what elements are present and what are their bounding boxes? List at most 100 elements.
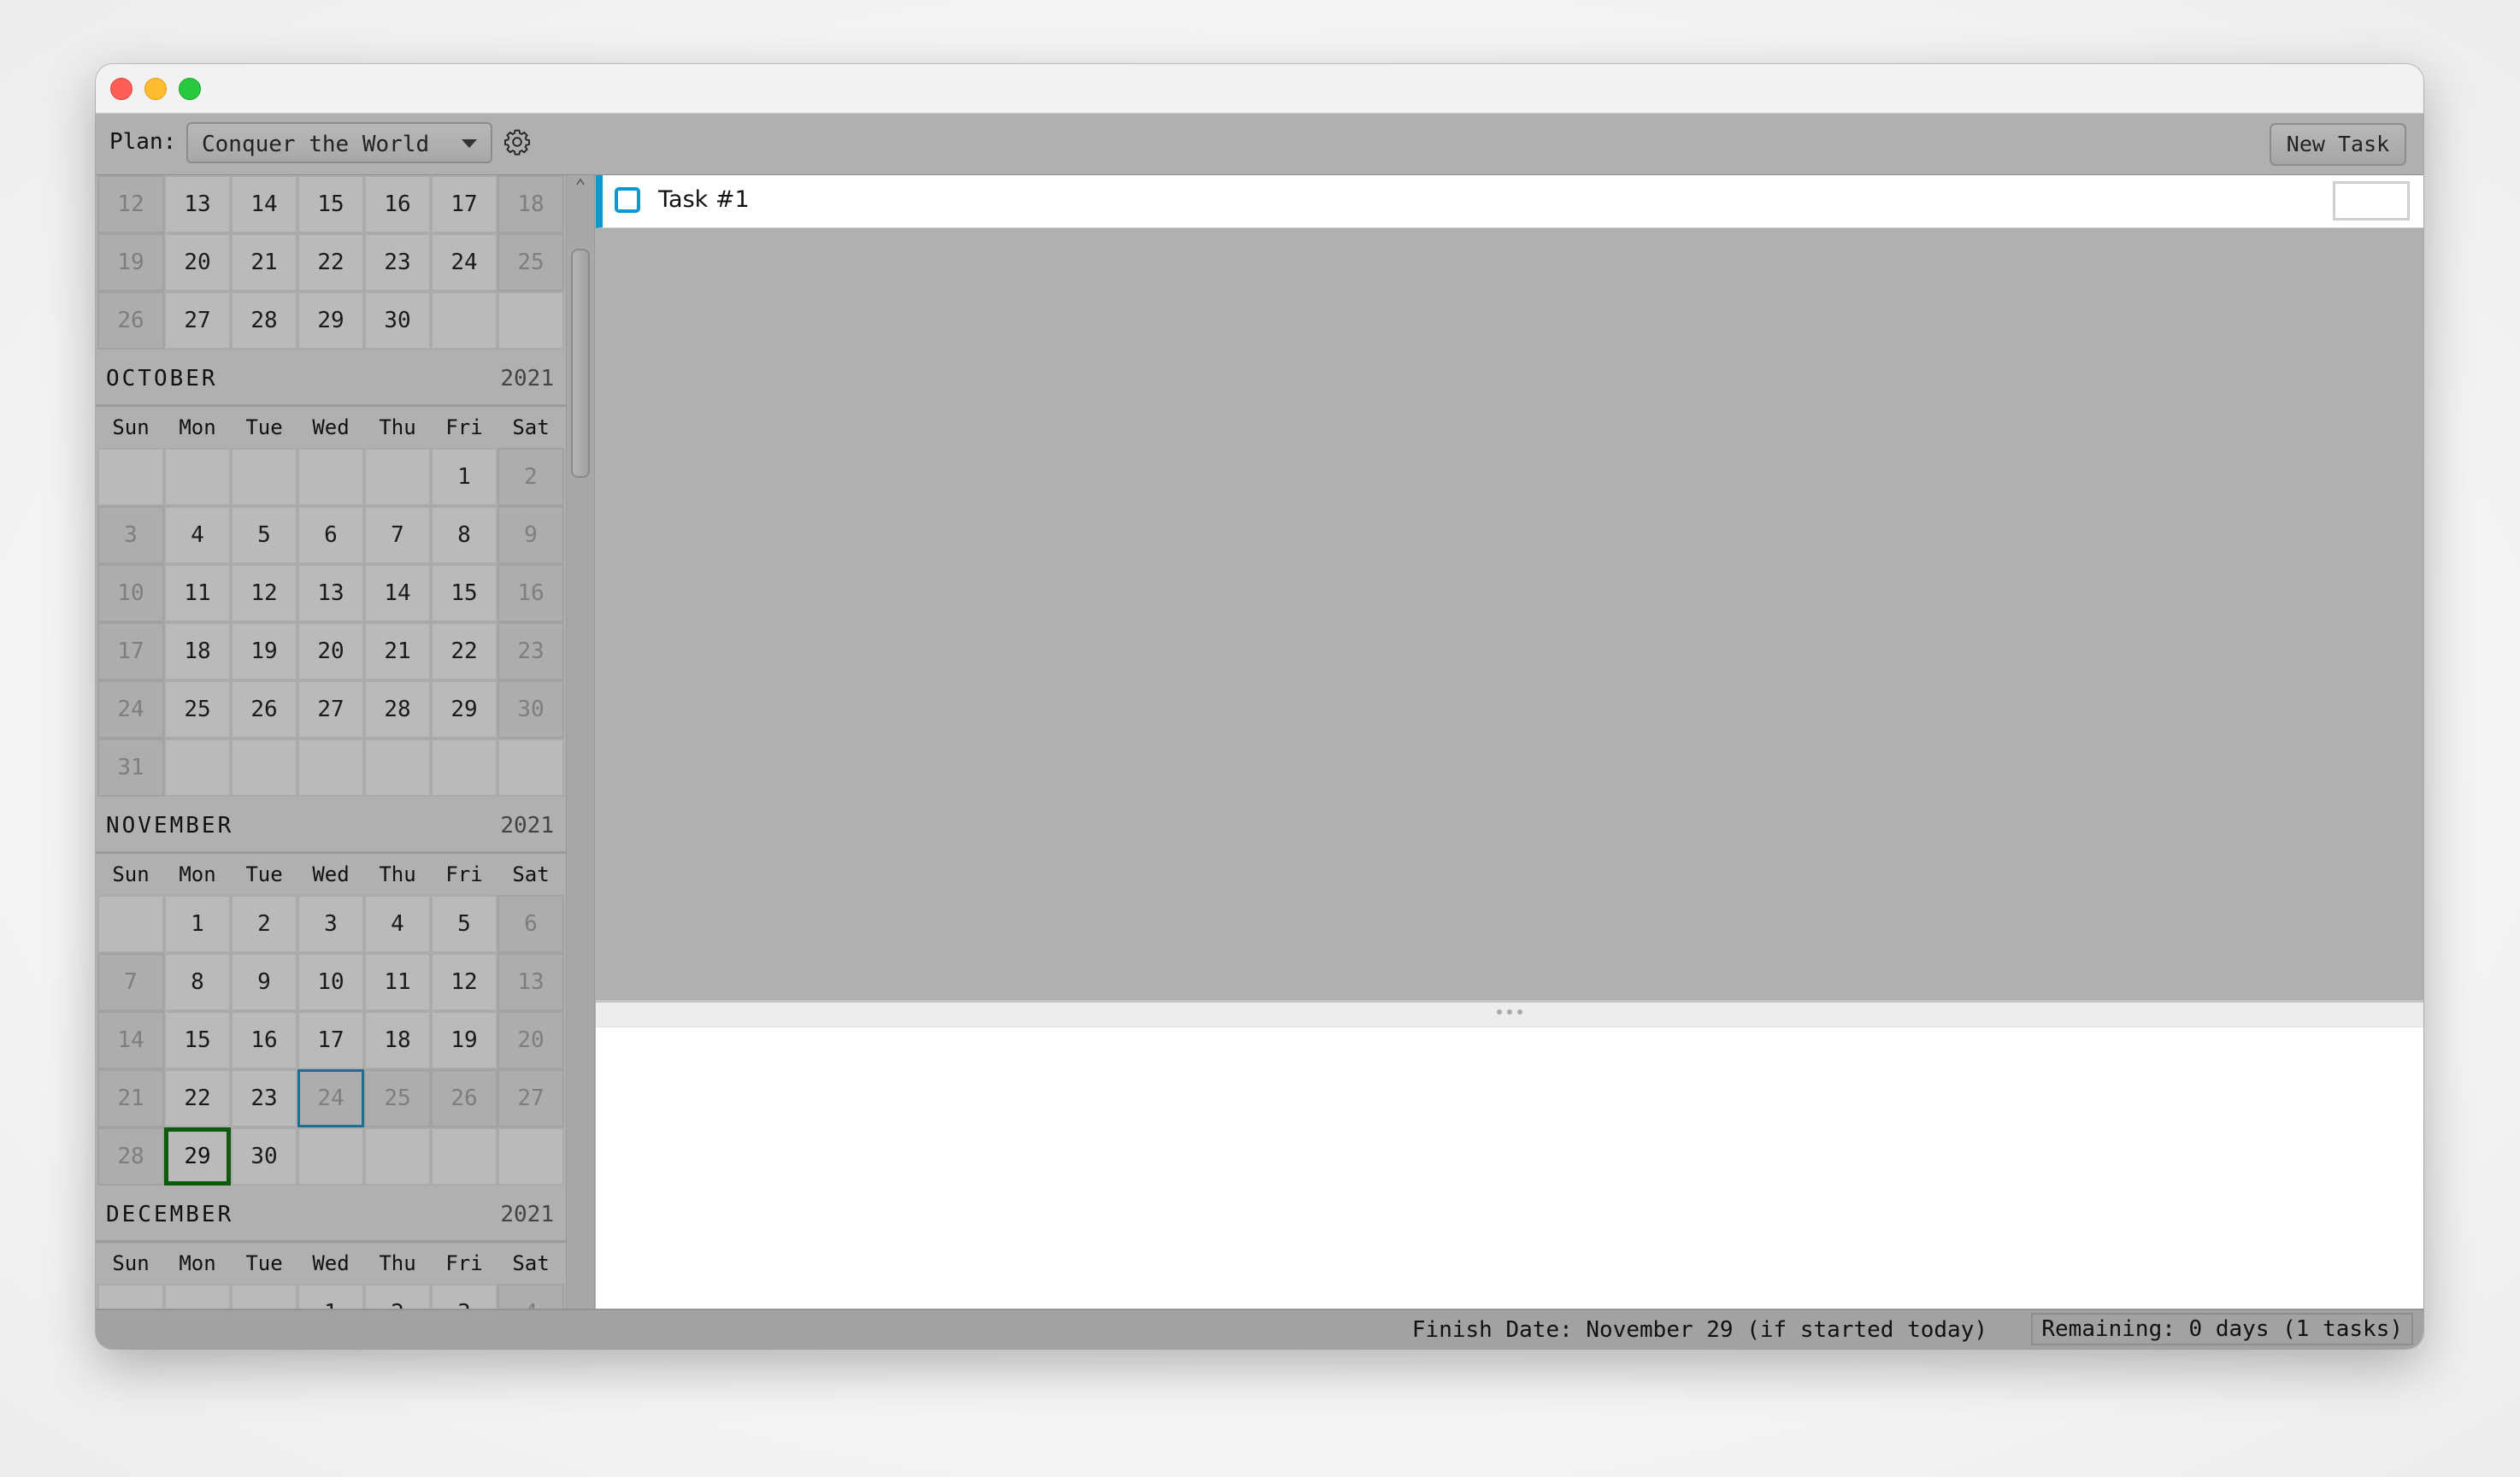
calendar-day[interactable]: 28 <box>231 291 297 350</box>
scroll-up-arrow-icon[interactable]: ⌃ <box>567 175 594 199</box>
calendar-day[interactable]: 26 <box>231 680 297 738</box>
calendar-day[interactable]: 27 <box>297 680 364 738</box>
calendar-day[interactable]: 15 <box>431 564 498 622</box>
calendar-day[interactable]: 22 <box>297 233 364 291</box>
calendar-empty-cell <box>164 448 231 506</box>
calendar-day[interactable]: 1 <box>431 448 498 506</box>
task-checkbox[interactable] <box>615 187 640 213</box>
calendar-day[interactable]: 19 <box>231 622 297 680</box>
calendar-day[interactable]: 2 <box>498 448 564 506</box>
calendar-day[interactable]: 12 <box>97 175 164 233</box>
calendar-day[interactable]: 3 <box>297 895 364 953</box>
calendar-day[interactable]: 30 <box>364 291 431 350</box>
calendar-day[interactable]: 31 <box>97 738 164 797</box>
calendar-day[interactable]: 24 <box>297 1069 364 1127</box>
calendar-day[interactable]: 23 <box>498 622 564 680</box>
calendar-day[interactable]: 18 <box>498 175 564 233</box>
calendar-day[interactable]: 22 <box>164 1069 231 1127</box>
calendar-day[interactable]: 21 <box>231 233 297 291</box>
calendar-day[interactable]: 2 <box>231 895 297 953</box>
gear-icon[interactable] <box>503 127 532 156</box>
calendar-day[interactable]: 19 <box>97 233 164 291</box>
calendar-day[interactable]: 22 <box>431 622 498 680</box>
calendar-day[interactable]: 10 <box>297 953 364 1011</box>
calendar-day[interactable]: 16 <box>364 175 431 233</box>
calendar-day[interactable]: 6 <box>297 506 364 564</box>
weekday-label: Sun <box>112 862 150 886</box>
calendar-day[interactable]: 8 <box>431 506 498 564</box>
calendar-day[interactable]: 14 <box>364 564 431 622</box>
minimize-window-button[interactable] <box>144 78 167 100</box>
calendar-day[interactable]: 4 <box>364 895 431 953</box>
calendar-day[interactable]: 29 <box>297 291 364 350</box>
calendar-day[interactable]: 5 <box>431 895 498 953</box>
calendar-day[interactable]: 1 <box>164 895 231 953</box>
calendar-day[interactable]: 3 <box>97 506 164 564</box>
task-estimate-field[interactable] <box>2333 181 2410 221</box>
calendar-day[interactable]: 25 <box>498 233 564 291</box>
calendar-day[interactable]: 18 <box>364 1011 431 1069</box>
calendar-day[interactable]: 20 <box>498 1011 564 1069</box>
calendar-day[interactable]: 9 <box>498 506 564 564</box>
task-notes-editor[interactable] <box>596 1027 2423 1349</box>
maximize-window-button[interactable] <box>179 78 201 100</box>
calendar-day[interactable]: 8 <box>164 953 231 1011</box>
calendar-day[interactable]: 26 <box>97 291 164 350</box>
calendar-day[interactable]: 25 <box>164 680 231 738</box>
calendar-day[interactable]: 13 <box>164 175 231 233</box>
calendar-day[interactable]: 24 <box>97 680 164 738</box>
calendar-day[interactable]: 16 <box>498 564 564 622</box>
calendar-day[interactable]: 21 <box>364 622 431 680</box>
calendar-day[interactable]: 17 <box>431 175 498 233</box>
scrollbar-thumb[interactable] <box>571 249 590 478</box>
calendar-day[interactable]: 30 <box>498 680 564 738</box>
calendar-scrollbar[interactable]: ⌃ ⌄ <box>566 175 595 1349</box>
calendar-day[interactable]: 23 <box>364 233 431 291</box>
calendar-day[interactable]: 6 <box>498 895 564 953</box>
calendar-day[interactable]: 23 <box>231 1069 297 1127</box>
calendar-day[interactable]: 20 <box>297 622 364 680</box>
plan-select[interactable]: Conquer the World <box>186 122 492 163</box>
calendar-day[interactable]: 12 <box>431 953 498 1011</box>
calendar-day[interactable]: 4 <box>164 506 231 564</box>
calendar-day[interactable]: 27 <box>498 1069 564 1127</box>
calendar-day[interactable]: 21 <box>97 1069 164 1127</box>
calendar-day[interactable]: 17 <box>297 1011 364 1069</box>
calendar-day[interactable]: 30 <box>231 1127 297 1186</box>
calendar-day[interactable]: 13 <box>297 564 364 622</box>
calendar-day[interactable]: 16 <box>231 1011 297 1069</box>
calendar-empty-cell <box>297 738 364 797</box>
calendar-day[interactable]: 28 <box>364 680 431 738</box>
calendar-day[interactable]: 14 <box>231 175 297 233</box>
calendar-day[interactable]: 28 <box>97 1127 164 1186</box>
calendar-day[interactable]: 18 <box>164 622 231 680</box>
weekday-header-row: Sun Mon Tue Wed Thu Fri Sat <box>96 407 566 448</box>
calendar-day[interactable]: 17 <box>97 622 164 680</box>
calendar-day[interactable]: 15 <box>297 175 364 233</box>
calendar-day[interactable]: 11 <box>164 564 231 622</box>
calendar-day[interactable]: 14 <box>97 1011 164 1069</box>
calendar-day[interactable]: 7 <box>97 953 164 1011</box>
task-title[interactable]: Task #1 <box>658 186 750 213</box>
split-pane-divider[interactable] <box>596 1000 2423 1029</box>
calendar-day[interactable]: 27 <box>164 291 231 350</box>
calendar-day[interactable]: 12 <box>231 564 297 622</box>
calendar-day[interactable]: 13 <box>498 953 564 1011</box>
calendar-day[interactable]: 5 <box>231 506 297 564</box>
calendar-day[interactable]: 29 <box>431 680 498 738</box>
calendar-day[interactable]: 9 <box>231 953 297 1011</box>
calendar-day[interactable]: 7 <box>364 506 431 564</box>
calendar-day[interactable]: 20 <box>164 233 231 291</box>
calendar-day[interactable]: 25 <box>364 1069 431 1127</box>
task-row[interactable]: Task #1 <box>596 175 2423 228</box>
calendar-day[interactable]: 10 <box>97 564 164 622</box>
new-task-button[interactable]: New Task <box>2270 123 2406 166</box>
calendar-day[interactable]: 15 <box>164 1011 231 1069</box>
title-bar <box>96 64 2423 114</box>
calendar-day[interactable]: 26 <box>431 1069 498 1127</box>
close-window-button[interactable] <box>110 78 132 100</box>
calendar-day[interactable]: 19 <box>431 1011 498 1069</box>
calendar-day[interactable]: 24 <box>431 233 498 291</box>
calendar-day[interactable]: 29 <box>164 1127 231 1186</box>
calendar-day[interactable]: 11 <box>364 953 431 1011</box>
